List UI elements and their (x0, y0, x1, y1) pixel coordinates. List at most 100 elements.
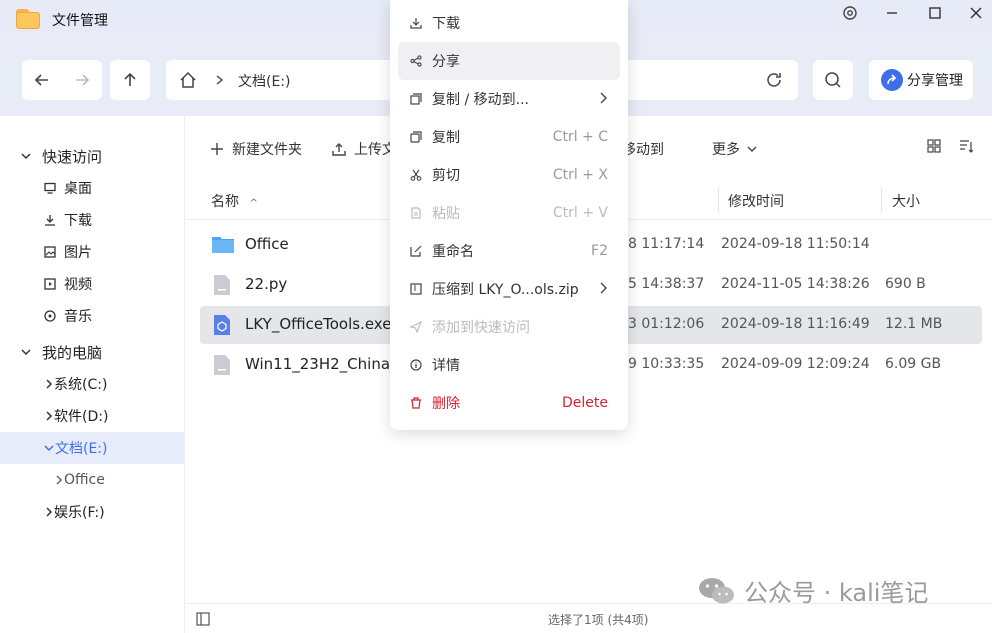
new-folder-button[interactable]: 新建文件夹 (210, 139, 302, 159)
download-icon (44, 214, 56, 226)
plus-icon (211, 143, 223, 155)
column-divider[interactable] (881, 188, 882, 212)
modified-time: 2024-09-18 11:16:49 (721, 316, 870, 332)
close-button[interactable] (964, 3, 988, 23)
move-to-button[interactable]: 移动到 (622, 139, 664, 159)
trash-icon (410, 397, 424, 409)
chevron-right-icon (44, 378, 54, 390)
menu-item-details[interactable]: 详情 (398, 346, 620, 384)
sidebar-item-drive-f[interactable]: 娱乐(F:) (0, 496, 184, 528)
menu-item-copy[interactable]: 复制 Ctrl + C (398, 118, 620, 156)
context-menu: 下载 分享 复制 / 移动到... 复制 Ctrl + C 剪切 Ctrl + … (390, 0, 628, 430)
exe-file-icon (213, 314, 231, 340)
upload-icon (332, 143, 346, 156)
watermark: 公众号 · kali笔记 (698, 573, 928, 608)
modified-time: 2024-09-18 11:50:14 (721, 236, 870, 252)
created-time: 9 10:33:35 (628, 356, 705, 372)
chevron-right-icon (54, 474, 64, 486)
folder-icon (211, 234, 235, 258)
chevron-right-icon (598, 281, 608, 299)
send-icon (410, 321, 424, 333)
music-icon (44, 310, 56, 322)
sidebar-item-videos[interactable]: 视频 (0, 268, 184, 300)
sidebar: 快速访问 桌面 下载 图片 视频 音乐 我的电脑 系统(C:) 软件(D:) 文… (0, 116, 185, 633)
chevron-down-icon (20, 346, 42, 358)
grid-view-icon[interactable] (927, 139, 949, 153)
wechat-icon (699, 577, 734, 603)
image-icon (44, 246, 56, 258)
back-button[interactable] (22, 60, 62, 100)
chevron-down-icon (20, 150, 42, 162)
sidebar-item-music[interactable]: 音乐 (0, 300, 184, 332)
created-time: 5 14:38:37 (628, 276, 705, 292)
sidebar-group-quick-access[interactable]: 快速访问 (0, 140, 184, 172)
history-nav (22, 60, 102, 100)
share-arrow-icon (881, 69, 903, 91)
up-button[interactable] (110, 60, 150, 100)
file-name: Office (245, 235, 289, 253)
chevron-right-icon (214, 70, 226, 94)
home-icon[interactable] (178, 70, 198, 94)
file-name: 22.py (245, 275, 288, 293)
sidebar-toggle-icon[interactable] (196, 612, 210, 630)
chevron-right-icon (44, 506, 54, 518)
modified-column-header[interactable]: 修改时间 (728, 191, 784, 211)
menu-item-delete[interactable]: 删除 Delete (398, 384, 620, 422)
file-name: Win11_23H2_China_G (245, 355, 410, 373)
file-icon (213, 354, 231, 380)
sidebar-item-desktop[interactable]: 桌面 (0, 172, 184, 204)
menu-item-download[interactable]: 下载 (398, 4, 620, 42)
sidebar-item-pictures[interactable]: 图片 (0, 236, 184, 268)
download-icon (410, 17, 424, 29)
copy-move-icon (410, 93, 424, 105)
sidebar-group-my-computer[interactable]: 我的电脑 (0, 336, 184, 368)
selection-status: 选择了1项 (共4项) (548, 613, 649, 627)
file-size: 6.09 GB (885, 356, 942, 372)
menu-item-cut[interactable]: 剪切 Ctrl + X (398, 156, 620, 194)
file-size: 690 B (885, 276, 926, 292)
sidebar-item-drive-d[interactable]: 软件(D:) (0, 400, 184, 432)
sort-icon[interactable] (959, 139, 981, 153)
share-icon (410, 55, 424, 67)
menu-item-compress[interactable]: 压缩到 LKY_O...ols.zip (398, 270, 620, 308)
modified-time: 2024-09-09 12:09:24 (721, 356, 870, 372)
created-time: 3 01:12:06 (628, 316, 705, 332)
upload-button[interactable]: 上传文 (332, 139, 396, 159)
breadcrumb[interactable]: 文档(E:) (238, 71, 291, 91)
settings-icon[interactable] (838, 3, 862, 23)
video-icon (44, 278, 56, 290)
chevron-down-icon (747, 146, 757, 152)
sort-asc-icon: ^ (249, 198, 258, 209)
maximize-button[interactable] (923, 3, 947, 23)
share-manage-button[interactable]: 分享管理 (869, 60, 973, 100)
chevron-right-icon (44, 410, 54, 422)
share-manage-label: 分享管理 (907, 73, 963, 89)
search-button[interactable] (813, 60, 853, 100)
forward-button[interactable] (62, 60, 102, 100)
minimize-button[interactable] (880, 3, 904, 23)
menu-item-rename[interactable]: 重命名 F2 (398, 232, 620, 270)
name-column-header[interactable]: 名称 ^ (211, 191, 258, 211)
app-title: 文件管理 (52, 13, 108, 29)
chevron-right-icon (598, 91, 608, 109)
menu-item-share[interactable]: 分享 (398, 42, 620, 80)
column-divider[interactable] (718, 188, 719, 212)
scissors-icon (410, 169, 424, 181)
menu-item-copy-move[interactable]: 复制 / 移动到... (398, 80, 620, 118)
menu-item-add-quick-access[interactable]: 添加到快速访问 (398, 308, 620, 346)
modified-time: 2024-11-05 14:38:26 (721, 276, 870, 292)
monitor-icon (44, 182, 56, 194)
sidebar-item-downloads[interactable]: 下载 (0, 204, 184, 236)
menu-item-paste[interactable]: 粘贴 Ctrl + V (398, 194, 620, 232)
file-name: LKY_OfficeTools.exe (245, 315, 392, 333)
size-column-header[interactable]: 大小 (892, 191, 920, 211)
sidebar-item-drive-c[interactable]: 系统(C:) (0, 368, 184, 400)
sidebar-item-office[interactable]: Office (0, 464, 184, 496)
copy-icon (410, 131, 424, 143)
sidebar-item-drive-e[interactable]: 文档(E:) (0, 432, 184, 464)
info-icon (410, 359, 424, 371)
chevron-down-icon (43, 442, 55, 454)
refresh-icon[interactable] (764, 70, 784, 94)
file-icon (213, 274, 231, 300)
more-button[interactable]: 更多 (712, 139, 766, 159)
